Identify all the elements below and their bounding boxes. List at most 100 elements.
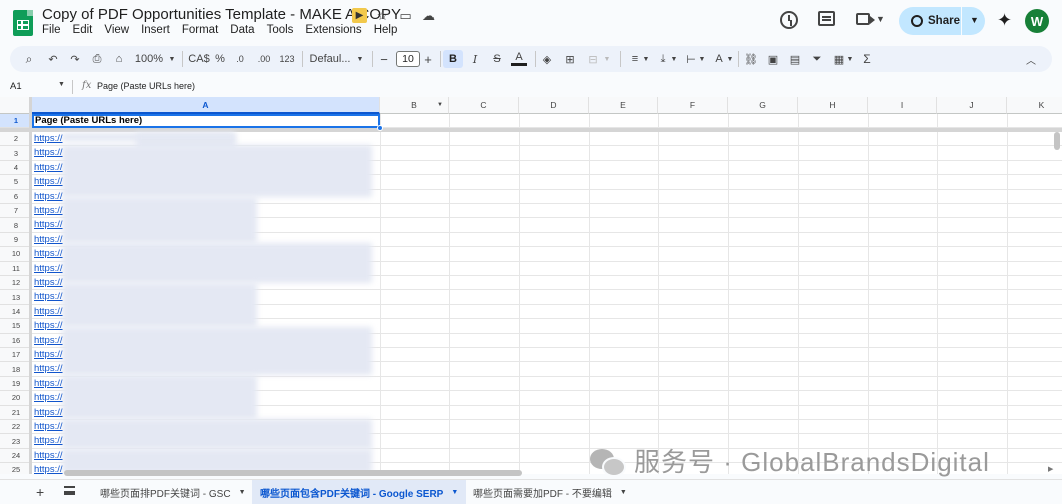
increase-font-size-icon[interactable]: + xyxy=(422,50,434,68)
decrease-font-size-icon[interactable]: − xyxy=(378,50,390,68)
row-header-22[interactable]: 22 xyxy=(0,420,32,435)
row-header-20[interactable]: 20 xyxy=(0,391,32,406)
url-cell[interactable]: https:// xyxy=(34,421,63,432)
url-cell[interactable]: https:// xyxy=(34,263,63,274)
tab-caret-icon[interactable]: ▼ xyxy=(239,489,246,496)
text-wrap-icon[interactable]: ⊢ xyxy=(684,50,698,68)
row-header-24[interactable]: 24 xyxy=(0,448,32,464)
url-cell[interactable]: https:// xyxy=(34,248,63,259)
column-header-j[interactable]: J xyxy=(937,97,1007,114)
vertical-align-icon[interactable]: ⤓ xyxy=(656,50,670,68)
url-cell[interactable]: https:// xyxy=(34,378,63,389)
add-sheet-icon[interactable]: + xyxy=(36,484,44,500)
currency-button[interactable]: CA$ xyxy=(188,50,210,68)
borders-icon[interactable]: ⊞ xyxy=(563,50,577,68)
menu-file[interactable]: File xyxy=(42,24,67,36)
percent-button[interactable]: % xyxy=(214,50,226,68)
sheet-tab-serp[interactable]: 哪些页面包含PDF关键词 - Google SERP ▼ xyxy=(252,480,467,504)
column-header-h[interactable]: H xyxy=(798,97,868,114)
menu-extensions[interactable]: Extensions xyxy=(305,24,367,36)
row-header-4[interactable]: 4 xyxy=(0,160,32,176)
filter-icon[interactable]: ⏷ xyxy=(810,50,824,68)
menu-format[interactable]: Format xyxy=(182,24,224,36)
menu-view[interactable]: View xyxy=(104,24,135,36)
rotation-caret-icon[interactable]: ▼ xyxy=(726,50,734,68)
url-cell[interactable]: https:// xyxy=(34,320,63,331)
url-cell[interactable]: https:// xyxy=(34,234,63,245)
meet-caret-icon[interactable]: ▼ xyxy=(876,14,885,24)
share-button[interactable]: Share ▼ xyxy=(899,7,985,35)
valign-caret-icon[interactable]: ▼ xyxy=(670,50,678,68)
scroll-right-icon[interactable]: ▶ xyxy=(1048,465,1058,475)
version-history-icon[interactable] xyxy=(780,11,798,29)
url-cell[interactable]: https:// xyxy=(34,205,63,216)
url-cell[interactable]: https:// xyxy=(34,291,63,302)
spreadsheet-grid[interactable]: A B C D E F G H I J K ▼ 1 2 3 4 5 6 7 8 9 10 11 12 13 14 15 16 17 18 1… xyxy=(0,97,1062,474)
row-header-6[interactable]: 6 xyxy=(0,189,32,204)
row-header-9[interactable]: 9 xyxy=(0,232,32,248)
row-header-23[interactable]: 23 xyxy=(0,434,32,449)
undo-icon[interactable]: ↶ xyxy=(46,50,60,68)
insert-link-icon[interactable]: ⛓ xyxy=(744,50,758,68)
name-box[interactable]: A1 xyxy=(10,81,22,92)
url-cell[interactable]: https:// xyxy=(34,277,63,288)
text-rotation-icon[interactable]: A xyxy=(712,50,726,68)
font-caret-icon[interactable]: ▼ xyxy=(355,50,365,68)
url-cell[interactable]: https:// xyxy=(34,162,63,173)
column-header-g[interactable]: G xyxy=(728,97,798,114)
font-size-input[interactable]: 10 xyxy=(396,51,420,67)
menu-edit[interactable]: Edit xyxy=(73,24,99,36)
url-cell[interactable]: https:// xyxy=(34,349,63,360)
column-b-filter-caret-icon[interactable]: ▼ xyxy=(437,102,443,108)
column-header-i[interactable]: I xyxy=(868,97,937,114)
merge-caret-icon[interactable]: ▼ xyxy=(602,50,612,68)
url-cell[interactable]: https:// xyxy=(34,191,63,202)
freeze-column-divider[interactable] xyxy=(29,97,32,474)
row-header-8[interactable]: 8 xyxy=(0,218,32,233)
print-icon[interactable]: ⎙ xyxy=(90,50,104,68)
url-cell[interactable]: https:// xyxy=(34,176,63,187)
row-header-16[interactable]: 16 xyxy=(0,333,32,348)
zoom-caret-icon[interactable]: ▼ xyxy=(167,50,177,68)
functions-icon[interactable]: Σ xyxy=(860,50,874,68)
cell-a1-selected[interactable]: Page (Paste URLs here) xyxy=(32,114,380,128)
menu-data[interactable]: Data xyxy=(230,24,260,36)
row-header-14[interactable]: 14 xyxy=(0,304,32,320)
row-header-25[interactable]: 25 xyxy=(0,463,32,474)
column-header-a[interactable]: A xyxy=(32,97,380,114)
url-cell[interactable]: https:// xyxy=(34,306,63,317)
merge-cells-icon[interactable]: ⊟ xyxy=(586,50,600,68)
column-header-d[interactable]: D xyxy=(519,97,589,114)
row-header-17[interactable]: 17 xyxy=(0,348,32,363)
apps-script-icon[interactable]: ▶ xyxy=(352,8,367,23)
url-cell[interactable]: https:// xyxy=(34,392,63,403)
url-cell[interactable]: https:// xyxy=(34,363,63,374)
column-header-k[interactable]: K xyxy=(1007,97,1062,114)
row-header-12[interactable]: 12 xyxy=(0,276,32,291)
filter-views-icon[interactable]: ▦ xyxy=(832,50,846,68)
url-cell[interactable]: https:// xyxy=(34,450,63,461)
menu-help[interactable]: Help xyxy=(374,24,404,36)
insert-chart-icon[interactable]: ▤ xyxy=(788,50,802,68)
row-header-19[interactable]: 19 xyxy=(0,376,32,392)
more-formats-button[interactable]: 123 xyxy=(278,50,296,68)
vertical-scrollbar[interactable] xyxy=(1054,132,1060,150)
text-color-button[interactable]: A xyxy=(511,50,527,66)
row-header-1[interactable]: 1 xyxy=(0,114,32,128)
bold-button[interactable]: B xyxy=(443,50,463,68)
row-header-21[interactable]: 21 xyxy=(0,405,32,420)
comments-icon[interactable] xyxy=(818,11,835,26)
collapse-toolbar-icon[interactable]: ︿ xyxy=(1024,50,1038,68)
fill-handle[interactable] xyxy=(377,125,383,131)
move-folder-icon[interactable]: ▭ xyxy=(398,8,413,23)
document-title[interactable]: Copy of PDF Opportunities Template - MAK… xyxy=(42,6,401,23)
avatar[interactable]: W xyxy=(1025,9,1049,33)
url-cell[interactable]: https:// xyxy=(34,219,63,230)
url-cell[interactable]: https:// xyxy=(34,335,63,346)
row-header-15[interactable]: 15 xyxy=(0,319,32,334)
url-cell[interactable]: https:// xyxy=(34,407,63,418)
row-header-11[interactable]: 11 xyxy=(0,261,32,276)
all-sheets-icon[interactable] xyxy=(64,486,75,495)
share-caret-icon[interactable]: ▼ xyxy=(970,15,979,25)
star-icon[interactable]: ☆ xyxy=(375,8,390,23)
